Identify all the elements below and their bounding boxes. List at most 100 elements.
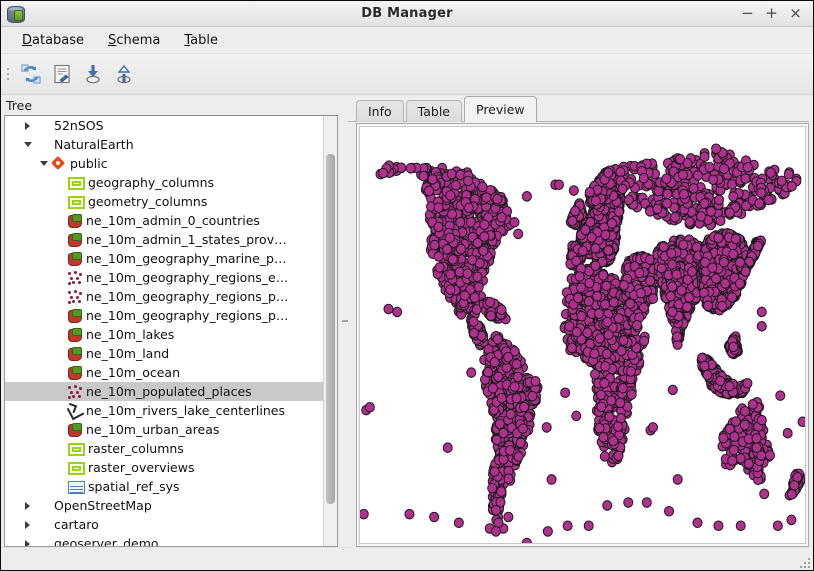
tab-bar: Info Table Preview — [348, 95, 809, 123]
map-point — [463, 202, 474, 214]
map-point — [600, 361, 611, 372]
tree-item-ne-10m-ocean[interactable]: ne_10m_ocean — [5, 363, 323, 382]
chevron-down-icon[interactable] — [37, 161, 50, 166]
tree-item-ne-10m-rivers-lake-centerlines[interactable]: ne_10m_rivers_lake_centerlines — [5, 401, 323, 420]
map-point — [446, 168, 457, 180]
map-point — [496, 392, 507, 404]
map-point — [600, 229, 611, 241]
export-layer-icon — [116, 64, 131, 84]
tool-bar — [1, 54, 813, 95]
export-layer-button[interactable] — [108, 59, 139, 90]
tree-list[interactable]: 52nSOS NaturalEarth public geography_column… — [5, 116, 323, 546]
chevron-down-icon[interactable] — [21, 142, 34, 147]
map-point — [617, 382, 628, 394]
map-point — [619, 279, 630, 291]
map-point — [613, 421, 624, 432]
tree-item-ne-10m-urban-areas[interactable]: ne_10m_urban_areas — [5, 420, 323, 439]
tab-table[interactable]: Table — [405, 100, 462, 122]
close-button[interactable]: × — [789, 6, 802, 21]
map-point — [603, 329, 614, 340]
map-point — [618, 335, 629, 346]
minimize-button[interactable]: − — [741, 6, 754, 21]
map-point — [606, 218, 617, 229]
map-point — [586, 232, 597, 243]
tree-item-ne-10m-land[interactable]: ne_10m_land — [5, 344, 323, 363]
tree-item-label: geometry_columns — [88, 194, 208, 209]
tree-item-ne-10m-geography-marine-p[interactable]: ne_10m_geography_marine_p… — [5, 249, 323, 268]
map-point — [699, 151, 710, 162]
map-point — [512, 371, 523, 383]
map-point — [527, 390, 538, 402]
tree-item-geometry-columns[interactable]: geometry_columns — [5, 192, 323, 211]
maximize-button[interactable]: + — [765, 6, 778, 21]
tab-info[interactable]: Info — [356, 100, 404, 122]
map-point — [666, 248, 677, 259]
tree-box: 52nSOS NaturalEarth public geography_column… — [4, 115, 338, 547]
tree-item-raster-columns[interactable]: raster_columns — [5, 439, 323, 458]
map-point — [468, 327, 479, 339]
map-point — [676, 285, 687, 296]
tree-item-52nsos[interactable]: 52nSOS — [5, 116, 323, 135]
tree-item-spatial-ref-sys[interactable]: spatial_ref_sys — [5, 477, 323, 496]
map-point — [711, 143, 722, 155]
tree-item-label: cartaro — [54, 517, 99, 532]
tree-item-cartaro[interactable]: cartaro — [5, 515, 323, 534]
db-manager-window: DB Manager − + × Database Schema Table T… — [0, 0, 814, 571]
map-point — [418, 170, 429, 182]
map-point — [719, 163, 730, 174]
map-point — [576, 310, 587, 322]
tree-item-raster-overviews[interactable]: raster_overviews — [5, 458, 323, 477]
menu-table[interactable]: Table — [173, 30, 229, 51]
map-point — [724, 207, 735, 219]
map-point — [450, 179, 461, 191]
map-canvas[interactable] — [359, 126, 806, 544]
map-point — [661, 173, 672, 184]
tree-scrollbar[interactable] — [323, 116, 337, 546]
sql-window-button[interactable] — [46, 59, 77, 90]
map-point — [472, 271, 483, 283]
refresh-button[interactable] — [15, 59, 46, 90]
map-point — [754, 198, 765, 209]
tree-item-ne-10m-geography-regions-e[interactable]: ne_10m_geography_regions_e… — [5, 268, 323, 287]
chevron-right-icon[interactable] — [21, 502, 34, 510]
tree-item-openstreetmap[interactable]: OpenStreetMap — [5, 496, 323, 515]
toolbar-drag-handle[interactable] — [4, 63, 11, 85]
tree-item-label: ne_10m_geography_regions_e… — [86, 270, 289, 285]
tree-item-geoserver-demo[interactable]: geoserver_demo — [5, 534, 323, 546]
tree-item-ne-10m-admin-0-countries[interactable]: ne_10m_admin_0_countries — [5, 211, 323, 230]
map-point — [455, 243, 467, 255]
map-point — [577, 245, 588, 257]
map-point — [742, 377, 753, 389]
map-point — [567, 215, 578, 227]
chevron-right-icon[interactable] — [21, 521, 34, 529]
map-point — [427, 174, 438, 185]
map-point — [503, 473, 514, 484]
import-layer-button[interactable] — [77, 59, 108, 90]
tree-item-ne-10m-geography-regions-p[interactable]: ne_10m_geography_regions_p… — [5, 306, 323, 325]
map-point — [735, 257, 746, 268]
tab-preview[interactable]: Preview — [464, 96, 537, 123]
tree-scrollbar-thumb[interactable] — [326, 154, 335, 504]
map-point — [492, 193, 503, 205]
tree-item-public[interactable]: public — [5, 154, 323, 173]
tree-item-ne-10m-geography-regions-p[interactable]: ne_10m_geography_regions_p… — [5, 287, 323, 306]
map-point — [496, 486, 507, 497]
chevron-right-icon[interactable] — [21, 540, 34, 547]
tree-item-ne-10m-lakes[interactable]: ne_10m_lakes — [5, 325, 323, 344]
tree-item-naturalearth[interactable]: NaturalEarth — [5, 135, 323, 154]
tree-item-geography-columns[interactable]: geography_columns — [5, 173, 323, 192]
map-point — [468, 316, 479, 327]
map-point — [710, 273, 722, 284]
tree-item-label: public — [70, 156, 108, 171]
tree-item-label: ne_10m_urban_areas — [86, 422, 220, 437]
tree-item-ne-10m-admin-1-states-prov[interactable]: ne_10m_admin_1_states_prov… — [5, 230, 323, 249]
map-point — [433, 202, 444, 213]
menu-database[interactable]: Database — [11, 30, 95, 51]
tree-item-ne-10m-populated-places[interactable]: ne_10m_populated_places — [5, 382, 323, 401]
map-point — [566, 342, 577, 354]
tree-item-label: geography_columns — [88, 175, 215, 190]
chevron-right-icon[interactable] — [21, 122, 34, 130]
map-point — [715, 215, 726, 227]
menu-schema[interactable]: Schema — [97, 30, 171, 51]
map-point — [489, 357, 500, 368]
